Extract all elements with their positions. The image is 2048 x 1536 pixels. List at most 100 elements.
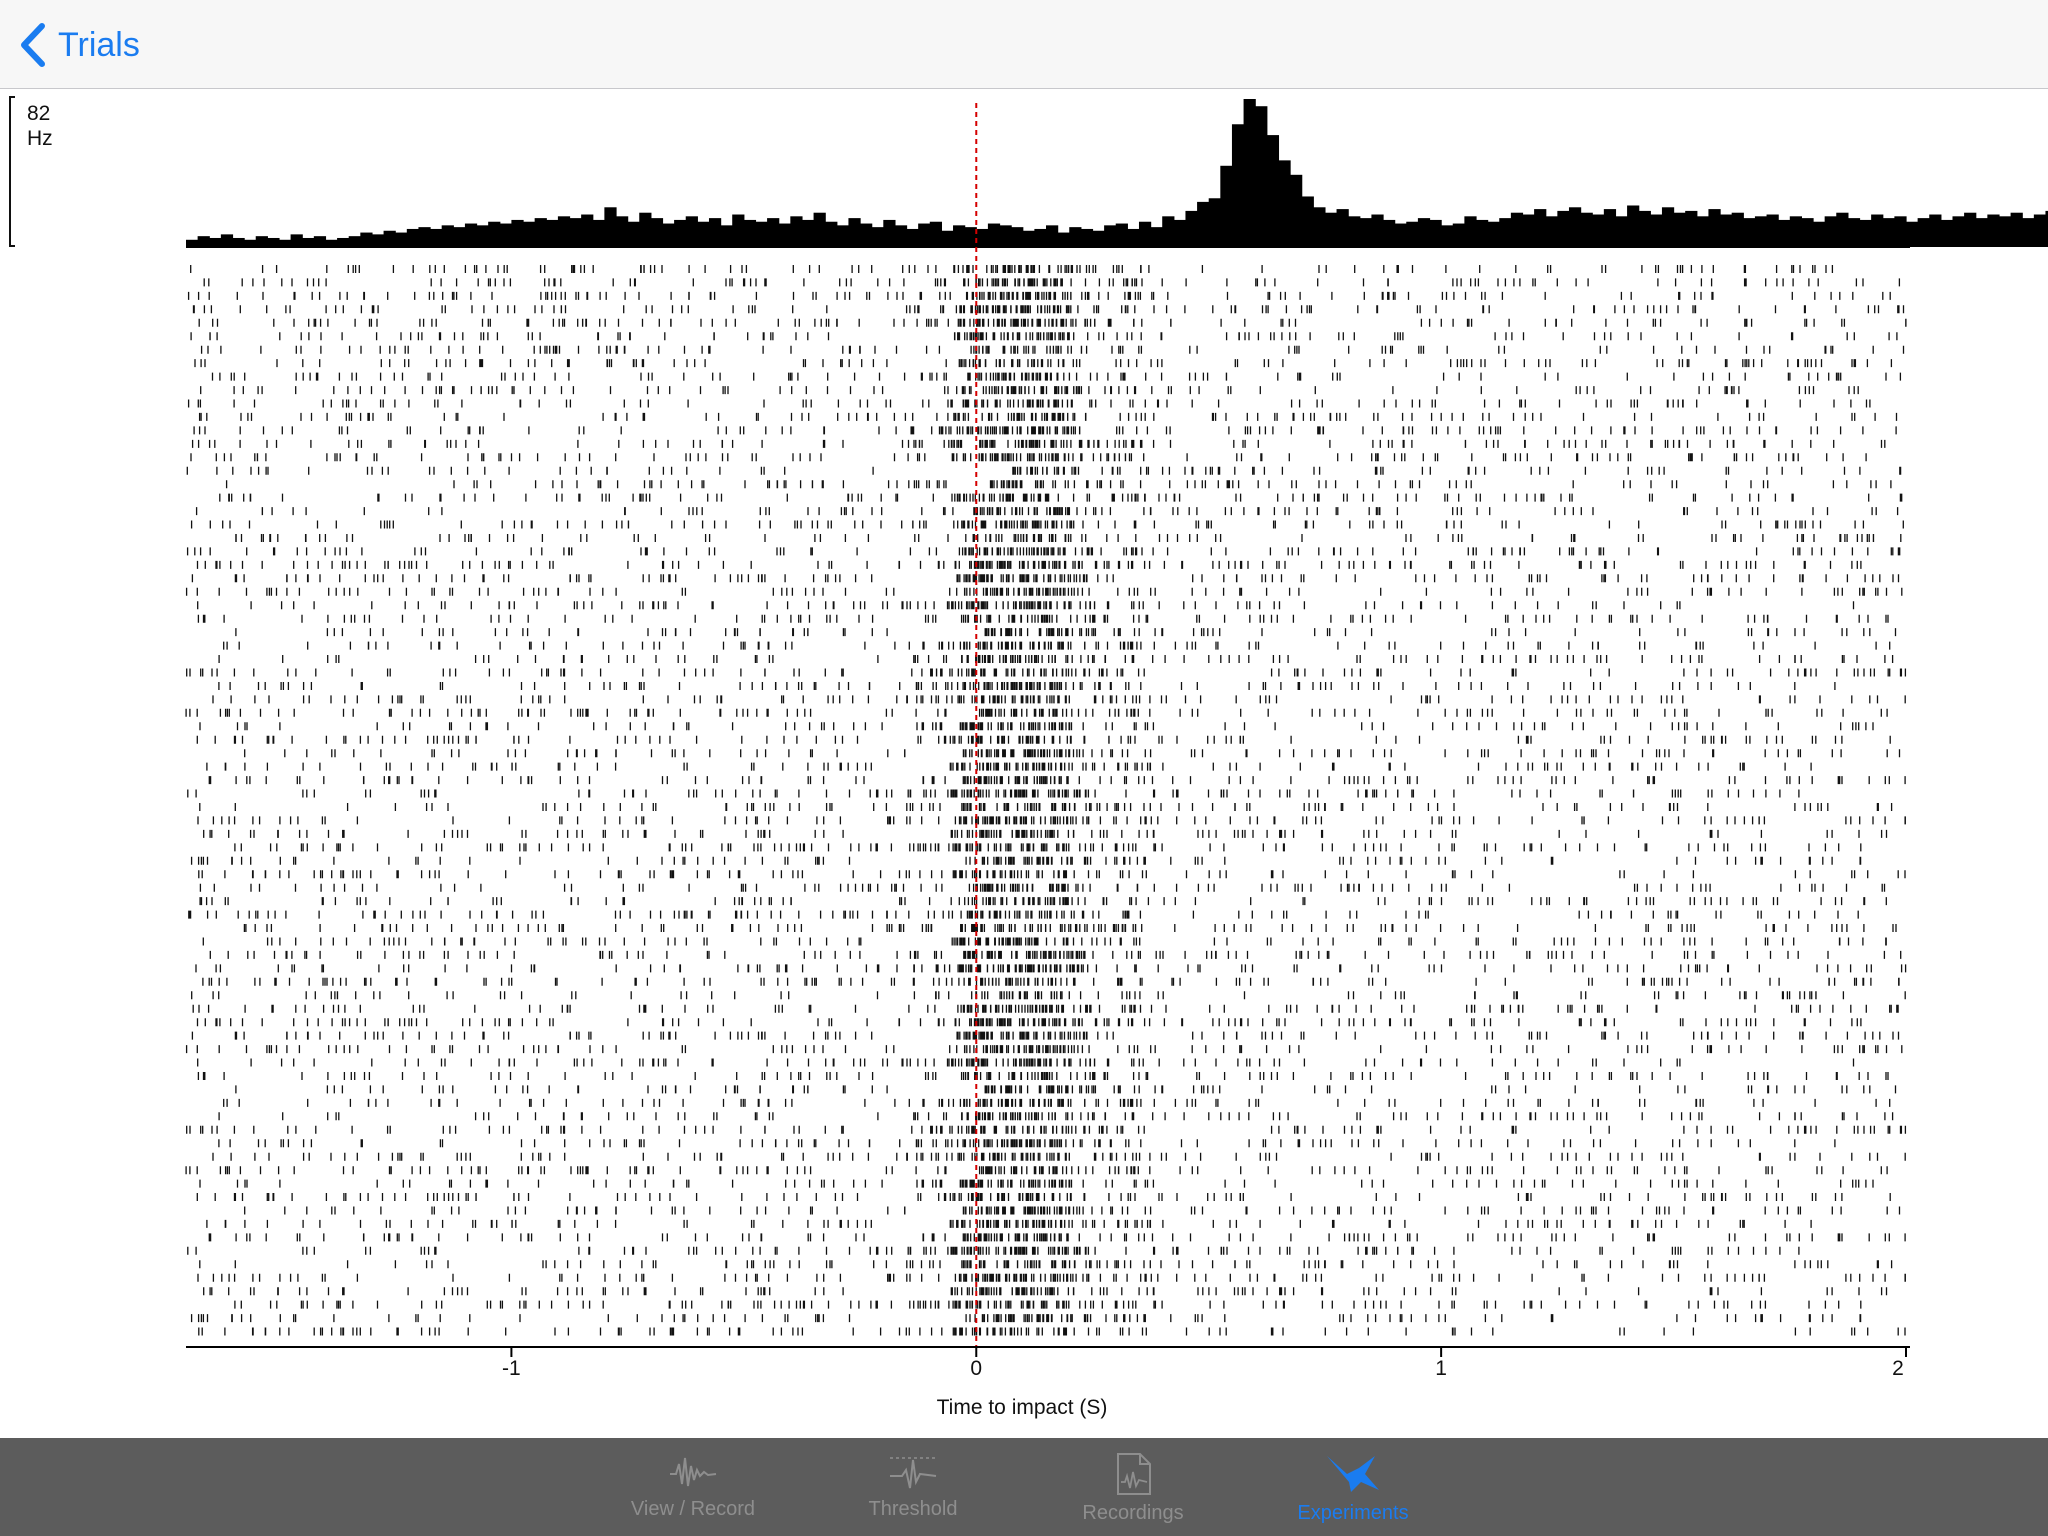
tab-view-record[interactable]: View / Record <box>598 1438 788 1536</box>
tab-experiments[interactable]: Experiments <box>1258 1438 1448 1536</box>
histogram-bar <box>883 219 896 247</box>
trial-spike-row <box>197 1058 1855 1067</box>
trial-spike-row <box>203 829 1888 838</box>
trial-spike-row <box>218 1139 1836 1148</box>
histogram-bar <box>220 234 234 247</box>
trial-spike-row <box>235 1085 1897 1094</box>
histogram-bar <box>1987 214 2000 247</box>
trial-spike-row <box>225 480 1892 489</box>
histogram-bar <box>1778 219 1791 247</box>
trial-spike-row <box>199 803 1893 811</box>
trial-spike-row <box>186 547 1901 556</box>
histogram-bar <box>1789 216 1803 247</box>
histogram-bar <box>1336 209 1349 247</box>
histogram-bar <box>1394 223 1407 247</box>
histogram-bar <box>836 225 850 247</box>
trial-spike-row <box>208 1233 1906 1242</box>
histogram-bar <box>732 214 745 247</box>
scale-bracket <box>9 96 15 247</box>
histogram-bar <box>755 221 768 247</box>
histogram-bar <box>1929 214 1942 247</box>
histogram-bar <box>383 230 396 247</box>
trial-spike-row <box>190 856 1862 865</box>
trial-spike-row <box>195 507 1899 516</box>
trial-spike-row <box>234 843 1862 852</box>
histogram-bar <box>906 228 919 247</box>
histogram-bar <box>1348 216 1361 247</box>
trial-spike-row <box>186 466 1902 475</box>
histogram-bar <box>430 228 443 247</box>
trial-spike-row <box>185 1045 1903 1054</box>
histogram-bar <box>1138 221 1152 247</box>
histogram-bar <box>1452 223 1465 247</box>
back-button[interactable]: Trials <box>18 20 140 70</box>
histogram-bar <box>1534 209 1547 247</box>
trial-spike-row <box>191 1031 1900 1040</box>
trial-spike-row <box>218 1112 1894 1121</box>
chevron-left-icon <box>21 23 45 67</box>
histogram-bar <box>278 239 292 247</box>
trial-spike-row <box>199 1260 1893 1269</box>
tab-recordings[interactable]: Recordings <box>1038 1438 1228 1536</box>
histogram-bar <box>1115 223 1128 247</box>
trial-spike-row <box>202 937 1887 946</box>
histogram-scale-value: 82 <box>27 102 50 125</box>
trial-spike-row <box>209 950 1902 959</box>
trial-spike-row <box>185 708 1888 717</box>
trial-spike-row <box>212 1152 1906 1161</box>
x-tick-label: 0 <box>970 1357 982 1380</box>
histogram-bar <box>1313 207 1326 247</box>
histogram-bar <box>1046 225 1059 247</box>
tab-view-record-label: View / Record <box>630 1498 756 1520</box>
histogram-bar <box>313 236 327 247</box>
tab-recordings-label: Recordings <box>1082 1502 1184 1524</box>
trial-spike-row <box>199 722 1874 731</box>
psth-histogram <box>186 99 2048 248</box>
histogram-bar <box>523 221 536 247</box>
histogram-bar <box>639 212 652 247</box>
trial-spike-row <box>235 628 1897 637</box>
trial-spike-row <box>196 1193 1891 1201</box>
trial-spike-row <box>190 1314 1862 1323</box>
histogram-scale-unit: Hz <box>27 127 53 150</box>
histogram-bar <box>267 237 280 247</box>
threshold-icon <box>890 1457 937 1489</box>
histogram-bar <box>1847 218 1861 247</box>
experiments-icon <box>1327 1456 1379 1492</box>
histogram-bar <box>778 223 791 247</box>
histogram-bar <box>894 225 908 247</box>
histogram-bar <box>1871 214 1884 247</box>
histogram-bar <box>1185 210 1198 247</box>
histogram-bar <box>1406 221 1419 247</box>
spike-raster <box>185 265 1907 1336</box>
histogram-bar <box>290 234 303 247</box>
histogram-bar <box>1464 216 1477 247</box>
histogram-bar <box>1499 218 1512 247</box>
histogram-bar <box>1383 219 1396 247</box>
tab-threshold[interactable]: Threshold <box>818 1438 1008 1536</box>
histogram-bar <box>1290 174 1303 247</box>
histogram-bar <box>1476 219 1489 247</box>
histogram-bar <box>418 227 431 247</box>
histogram-bar <box>790 216 803 247</box>
histogram-bar <box>1824 216 1837 247</box>
histogram-bar <box>1522 214 1535 247</box>
histogram-bar <box>325 239 338 247</box>
histogram-bar <box>941 230 954 247</box>
histogram-bar <box>1104 225 1117 247</box>
histogram-bar <box>1894 216 1907 247</box>
histogram-bar <box>1998 216 2012 247</box>
histogram-bar <box>1487 221 1500 247</box>
histogram-bar <box>801 219 815 247</box>
trial-spike-row <box>243 924 1897 932</box>
histogram-bar <box>232 237 245 247</box>
histogram-bar <box>1731 212 1744 247</box>
trial-spike-row <box>185 1166 1888 1175</box>
histogram-bar <box>1034 228 1047 247</box>
histogram-bar <box>662 223 675 247</box>
histogram-bar <box>1964 212 1977 247</box>
histogram-bar <box>1940 219 1954 247</box>
spike-raster-chart: 82 Hz -1 0 1 2 Time to impact (S) <box>9 96 2048 1419</box>
histogram-bar <box>1162 216 1175 247</box>
histogram-bar <box>860 223 873 247</box>
